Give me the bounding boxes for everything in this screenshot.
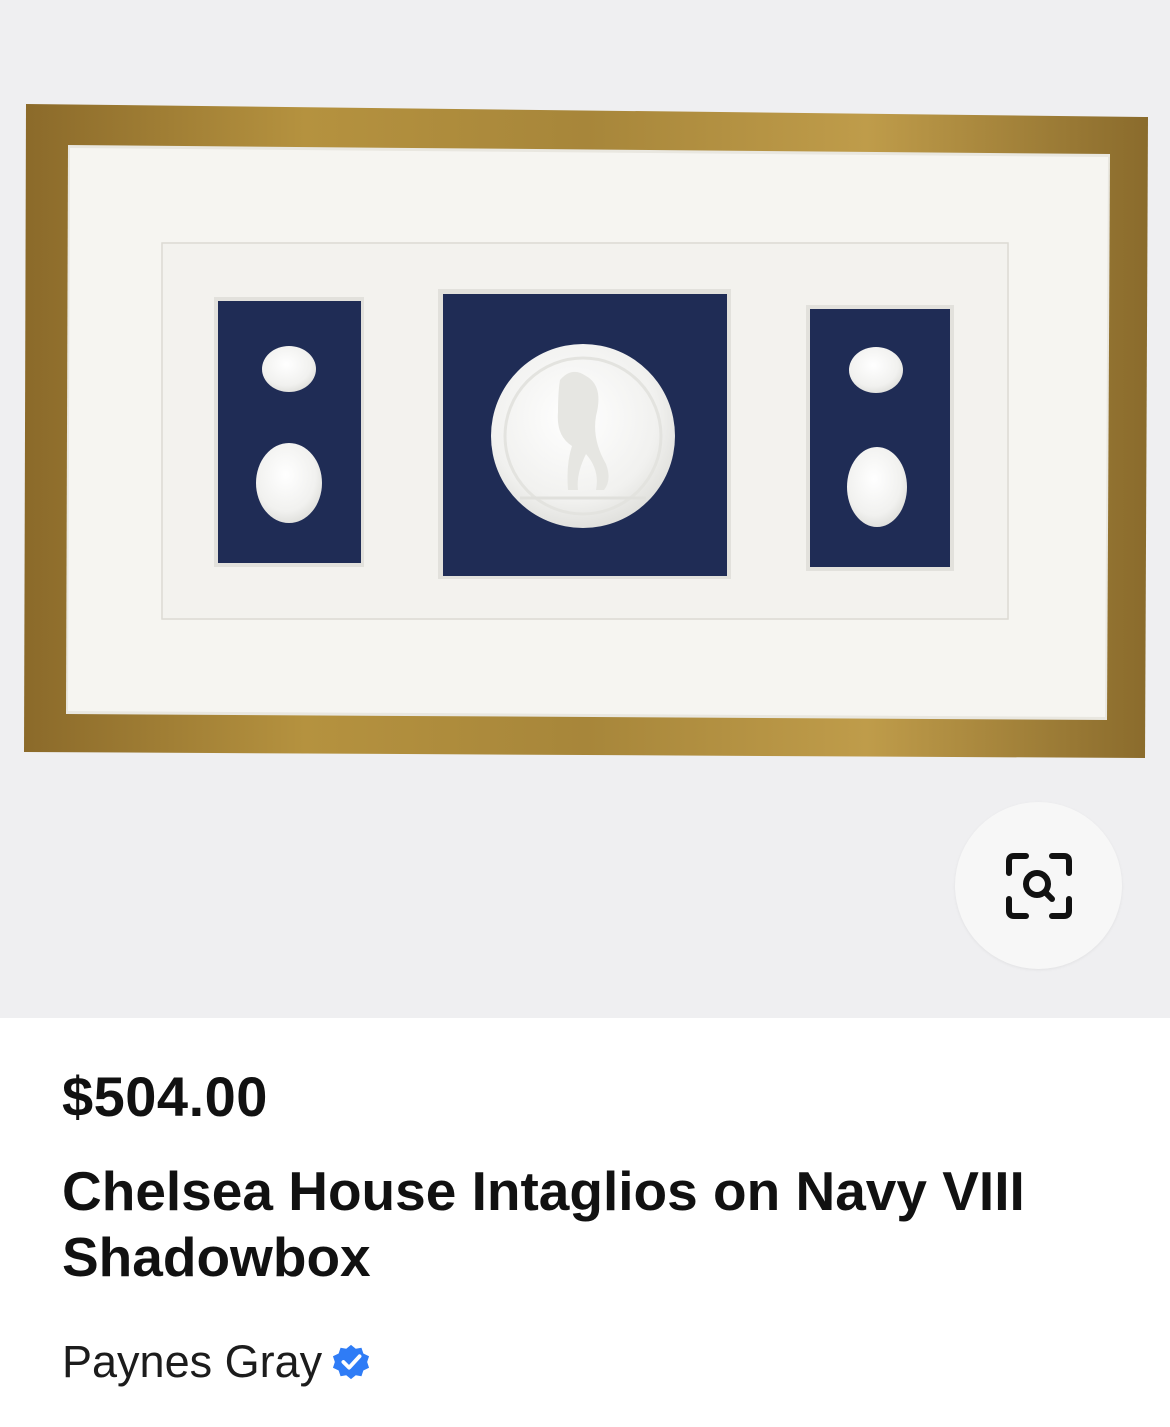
visual-search-icon	[1005, 852, 1072, 919]
product-title[interactable]: Chelsea House Intaglios on Navy VIII Sha…	[62, 1158, 1122, 1290]
left-navy-window	[218, 301, 361, 563]
visual-search-button[interactable]	[955, 802, 1122, 969]
seller-link[interactable]: Paynes Gray	[62, 1336, 370, 1388]
seller-name[interactable]: Paynes Gray	[62, 1336, 322, 1388]
verified-badge-icon	[333, 1344, 370, 1380]
product-image[interactable]	[0, 0, 1170, 1018]
product-price: $504.00	[62, 1065, 268, 1128]
